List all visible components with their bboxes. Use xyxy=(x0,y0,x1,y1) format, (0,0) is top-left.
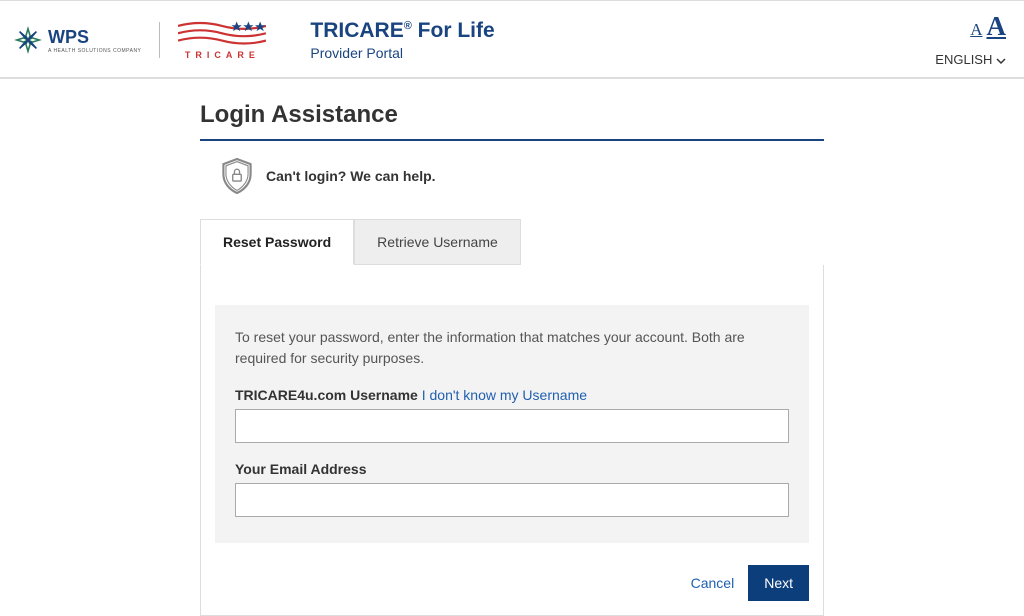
help-text: Can't login? We can help. xyxy=(266,168,436,184)
email-input[interactable] xyxy=(235,483,789,517)
form-description: To reset your password, enter the inform… xyxy=(235,327,789,369)
cancel-button[interactable]: Cancel xyxy=(691,575,735,591)
tricare-brand-text: TRICARE xyxy=(185,50,260,60)
tricare-logo[interactable]: TRICARE xyxy=(178,20,266,60)
portal-title-block: TRICARE® For Life Provider Portal xyxy=(310,19,494,61)
header: WPS A HEALTH SOLUTIONS COMPANY TRICARE T… xyxy=(0,0,1024,79)
help-row: Can't login? We can help. xyxy=(200,141,824,211)
font-size-toggle[interactable]: A A xyxy=(935,11,1006,42)
font-large[interactable]: A xyxy=(987,11,1007,41)
logo-group: WPS A HEALTH SOLUTIONS COMPANY TRICARE xyxy=(14,20,266,60)
tab-reset-password[interactable]: Reset Password xyxy=(200,219,354,265)
email-label: Your Email Address xyxy=(235,461,789,477)
tab-panel: To reset your password, enter the inform… xyxy=(200,265,824,616)
tricare-flag-icon xyxy=(178,20,266,48)
portal-subtitle: Provider Portal xyxy=(310,45,494,61)
chevron-down-icon xyxy=(996,56,1006,66)
next-button[interactable]: Next xyxy=(748,565,809,601)
form-actions: Cancel Next xyxy=(215,565,809,601)
wps-star-icon xyxy=(14,26,42,54)
page-title: Login Assistance xyxy=(200,101,824,141)
wps-name: WPS xyxy=(48,27,141,48)
font-small[interactable]: A xyxy=(970,20,982,39)
form-box: To reset your password, enter the inform… xyxy=(215,305,809,543)
tabs: Reset Password Retrieve Username xyxy=(200,219,824,265)
portal-title: TRICARE® For Life xyxy=(310,19,494,43)
tab-retrieve-username[interactable]: Retrieve Username xyxy=(354,219,521,265)
shield-lock-icon xyxy=(220,157,254,195)
username-label-row: TRICARE4u.com Username I don't know my U… xyxy=(235,387,789,403)
logo-divider xyxy=(159,22,160,58)
wps-logo[interactable]: WPS A HEALTH SOLUTIONS COMPANY xyxy=(14,26,141,54)
wps-subtitle: A HEALTH SOLUTIONS COMPANY xyxy=(48,48,141,54)
unknown-username-link[interactable]: I don't know my Username xyxy=(418,387,587,403)
header-right: A A ENGLISH xyxy=(935,11,1006,67)
username-label: TRICARE4u.com Username xyxy=(235,387,418,403)
main-content: Login Assistance Can't login? We can hel… xyxy=(200,101,824,616)
username-input[interactable] xyxy=(235,409,789,443)
language-select[interactable]: ENGLISH xyxy=(935,52,1006,67)
